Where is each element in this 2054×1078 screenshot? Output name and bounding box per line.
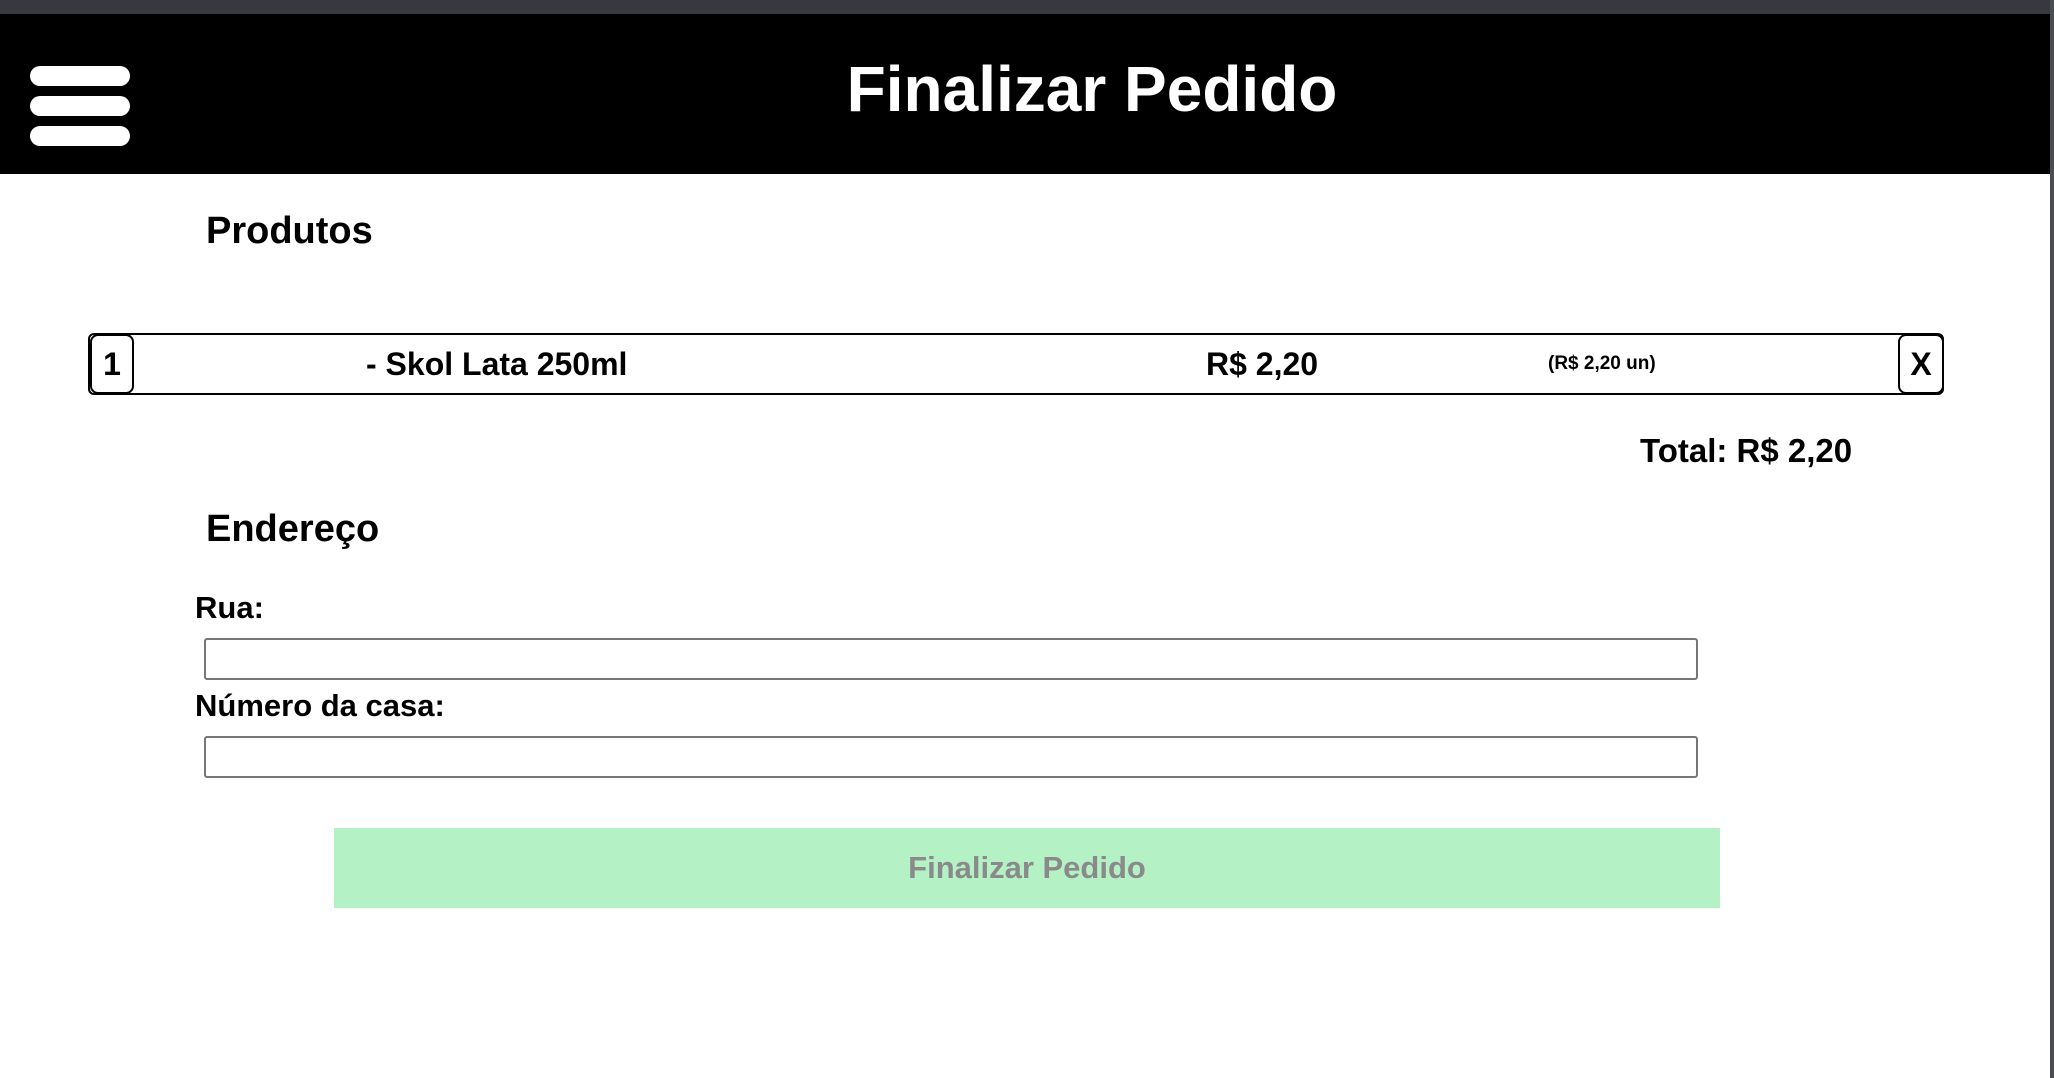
item-unit-price: (R$ 2,20 un) (1548, 353, 1656, 374)
address-section-title: Endereço (206, 508, 380, 550)
order-total: Total: R$ 2,20 (1640, 432, 1853, 469)
street-label: Rua: (195, 590, 264, 625)
finalize-order-button[interactable]: Finalizar Pedido (334, 828, 1720, 908)
item-price: R$ 2,20 (1206, 346, 1319, 382)
house-number-input[interactable] (204, 736, 1698, 778)
remove-item-button[interactable]: X (1898, 334, 1944, 394)
checkout-page: Finalizar Pedido Produtos 1 - Skol Lata … (0, 0, 2054, 1078)
street-input[interactable] (204, 638, 1698, 680)
item-name: - Skol Lata 250ml (366, 346, 628, 382)
products-section-title: Produtos (206, 210, 373, 252)
house-number-label: Número da casa: (195, 688, 445, 723)
item-quantity[interactable]: 1 (90, 334, 134, 394)
page-title: Finalizar Pedido (846, 53, 1338, 125)
app-header: Finalizar Pedido (0, 14, 2050, 174)
browser-top-strip (0, 0, 2054, 14)
cart-item-row: 1 - Skol Lata 250ml R$ 2,20 (R$ 2,20 un)… (88, 333, 1944, 395)
window-right-border (2050, 0, 2054, 1078)
